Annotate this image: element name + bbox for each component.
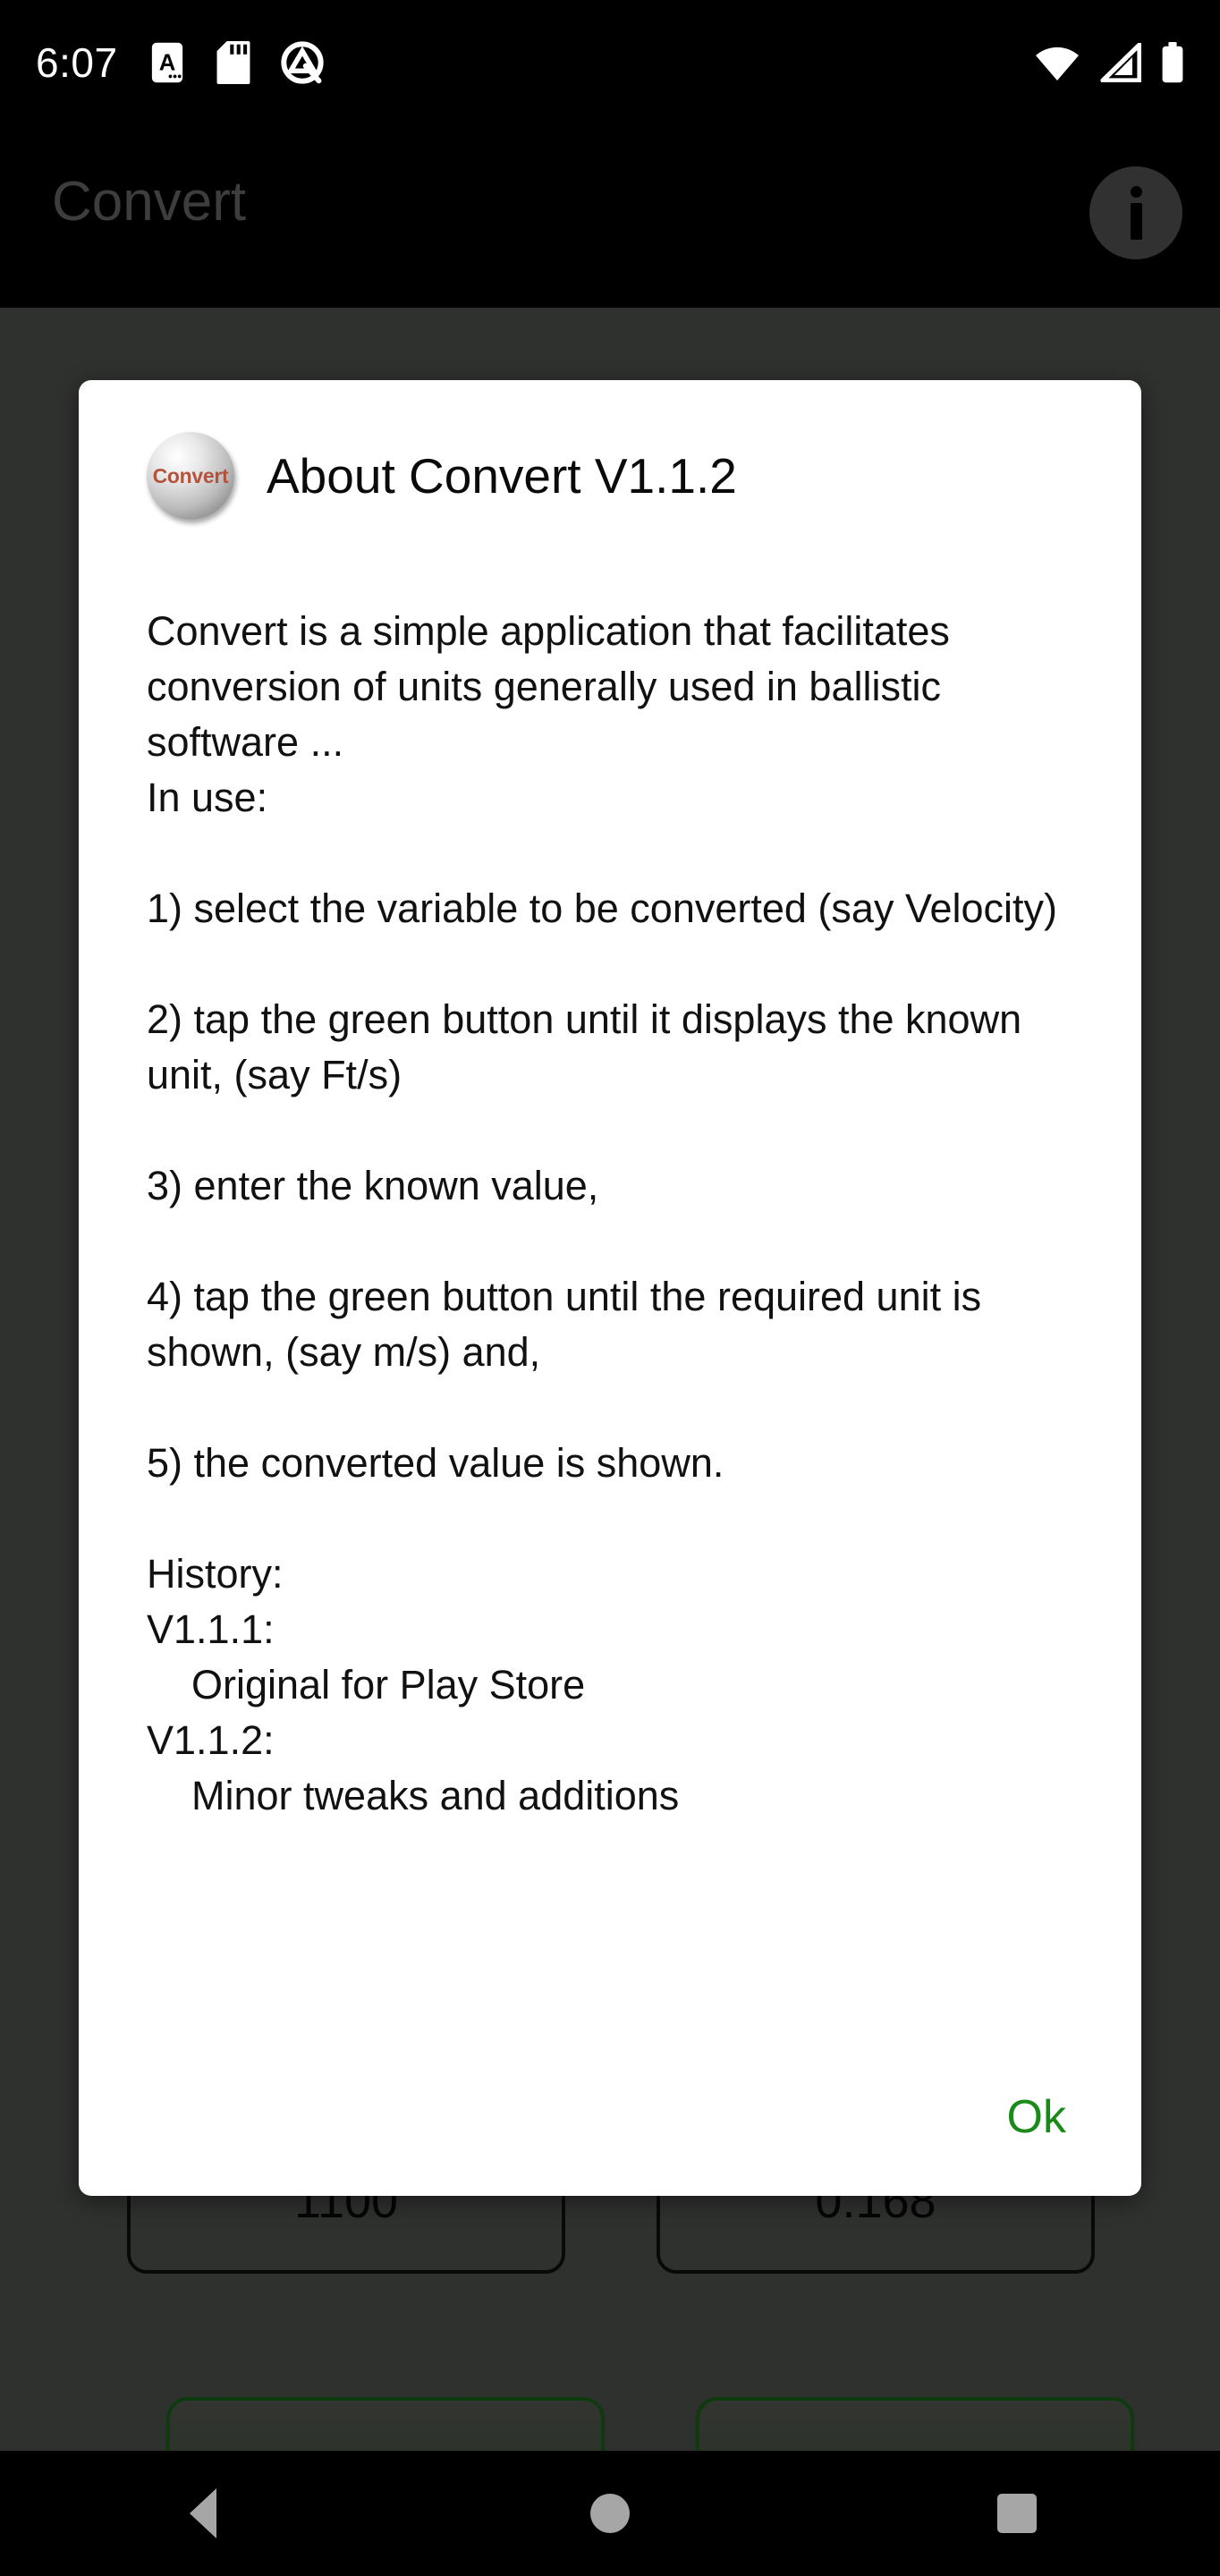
cellular-signal-icon xyxy=(1100,43,1141,82)
svg-text:A: A xyxy=(158,51,175,76)
device-screen: Convert Velocity Weight 1100 0.168 HP mo… xyxy=(0,0,1220,2576)
about-dialog: Convert About Convert V1.1.2 Convert is … xyxy=(79,380,1141,2196)
dialog-actions: Ok xyxy=(980,2076,1093,2158)
status-bar-right xyxy=(1034,42,1184,83)
battery-icon xyxy=(1162,42,1183,83)
navigation-bar xyxy=(0,2451,1220,2576)
dialog-title: About Convert V1.1.2 xyxy=(267,448,737,504)
sd-card-icon xyxy=(216,41,250,84)
recents-square-icon xyxy=(996,2494,1037,2533)
back-triangle-icon xyxy=(190,2488,217,2538)
nav-recents-button[interactable] xyxy=(919,2451,1115,2576)
status-bar: 6:07 A xyxy=(0,0,1220,125)
nav-home-button[interactable] xyxy=(512,2451,708,2576)
dialog-body-text: Convert is a simple application that fac… xyxy=(147,608,1058,1818)
alphabet-mode-icon: A xyxy=(151,42,182,83)
quiet-mode-icon xyxy=(280,41,324,84)
convert-app-icon: Convert xyxy=(147,432,234,520)
status-bar-left: 6:07 A xyxy=(36,38,324,87)
dialog-header: Convert About Convert V1.1.2 xyxy=(147,432,737,520)
nav-back-button[interactable] xyxy=(105,2451,301,2576)
home-circle-icon xyxy=(589,2494,630,2533)
convert-app-icon-label: Convert xyxy=(152,463,229,487)
ok-button[interactable]: Ok xyxy=(980,2076,1093,2158)
status-clock: 6:07 xyxy=(36,39,118,86)
wifi-icon xyxy=(1036,47,1079,80)
